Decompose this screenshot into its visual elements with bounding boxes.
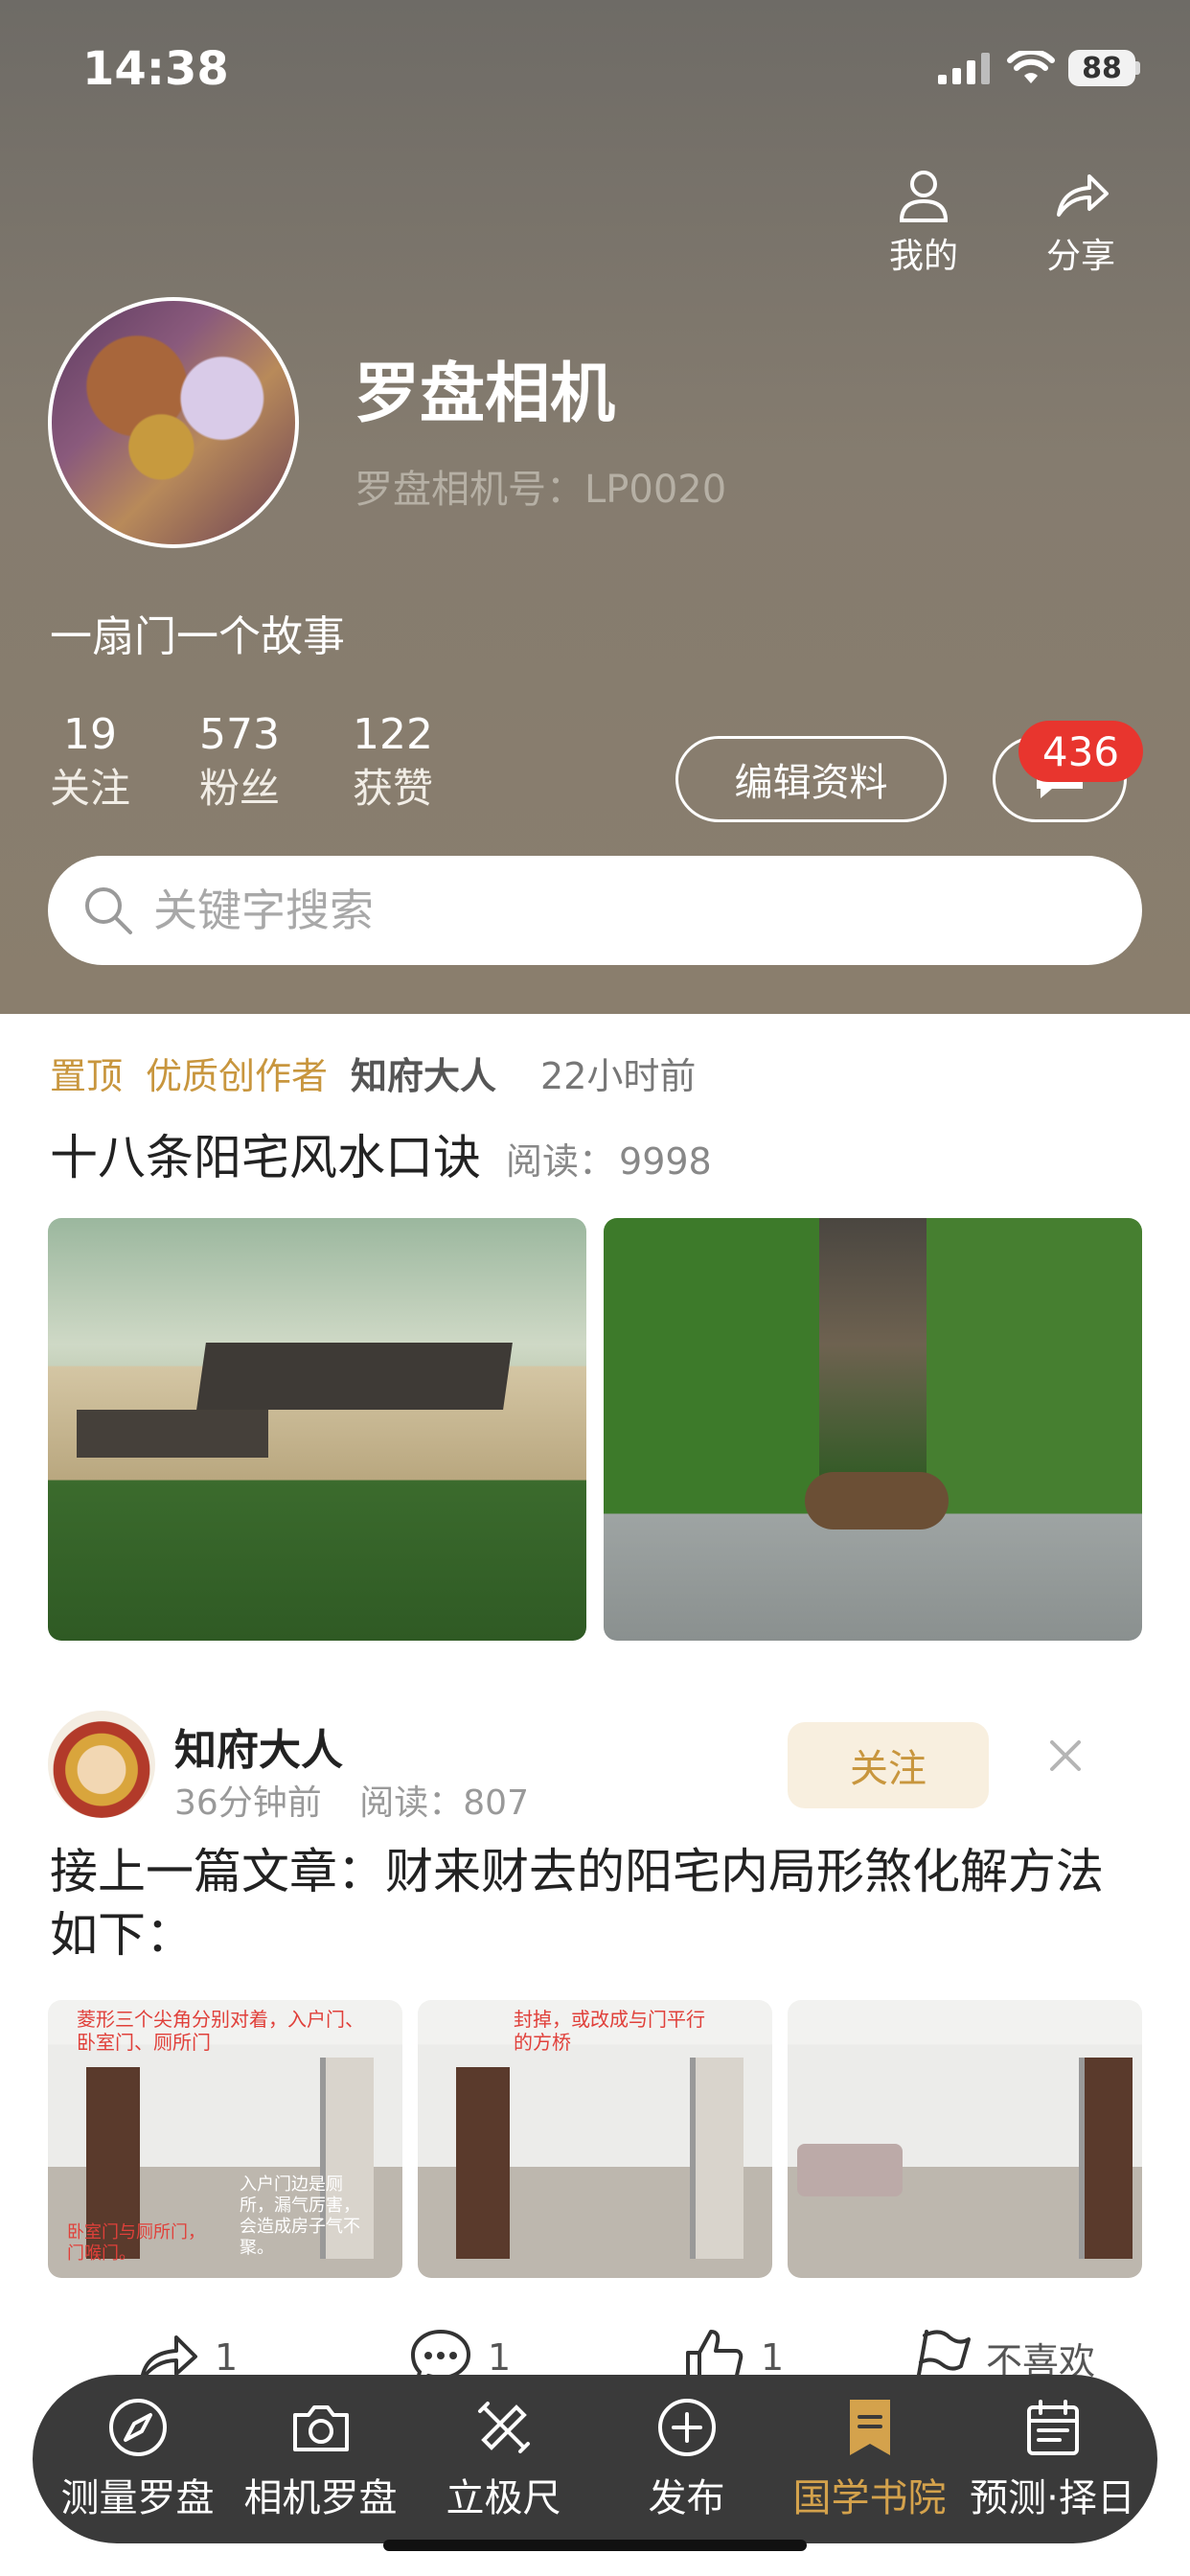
close-icon[interactable] [1046,1736,1085,1775]
post1-read-label: 阅读： [506,1140,616,1183]
bottom-tab-bar: 测量罗盘 相机罗盘 立极尺 发布 国学书院 预测·择日 [33,2375,1157,2543]
post2-meta: 36分钟前 阅读：807 [174,1775,529,1825]
stat-following-label: 关注 [50,765,131,812]
mine-label: 我的 [889,237,959,276]
post2-image-1[interactable]: 菱形三个尖角分别对着，入户门、卧室门、厕所门 卧室门与厕所门，门喉门。 入户门边… [48,2000,402,2278]
share-count: 1 [215,2336,239,2379]
post1-time: 22小时前 [540,1055,697,1097]
profile-id-label: 罗盘相机号： [355,468,584,512]
status-icons: 88 [938,50,1140,86]
share-profile-button[interactable]: 分享 [1046,165,1115,278]
stat-fans-label: 粉丝 [199,765,281,812]
mine-button[interactable]: 我的 [889,165,958,278]
wifi-icon [1007,51,1055,83]
tab-academy[interactable]: 国学书院 [779,2396,961,2522]
stat-likes-count: 122 [353,710,433,759]
home-indicator [383,2540,807,2551]
post1-title[interactable]: 十八条阳宅风水口诀 [50,1119,481,1188]
tab-label: 测量罗盘 [60,2476,215,2520]
post1-image-courtyard[interactable] [604,1218,1142,1641]
image-caption: 卧室门与厕所门，门喉门。 [67,2222,205,2264]
post1-image-house[interactable] [48,1218,586,1641]
stat-likes[interactable]: 122 获赞 [353,709,433,816]
battery-indicator: 88 [1068,50,1135,86]
avatar[interactable] [48,297,299,548]
stat-likes-label: 获赞 [353,765,434,812]
cellular-signal-icon [938,53,990,84]
profile-id-value: LP0020 [584,468,727,512]
profile-id: 罗盘相机号：LP0020 [355,458,726,514]
post1-meta: 置顶 优质创作者 知府大人 22小时前 [50,1046,696,1099]
image-caption: 菱形三个尖角分别对着，入户门、卧室门、厕所门 [77,2008,364,2054]
tab-measure-compass[interactable]: 测量罗盘 [47,2396,229,2522]
post1-title-row[interactable]: 十八条阳宅风水口诀 阅读： 9998 [50,1119,712,1188]
calendar-icon [1026,2400,1079,2455]
post1-author[interactable]: 知府大人 [351,1046,496,1099]
search-icon [85,887,132,934]
post1-read-count: 9998 [619,1140,712,1183]
post2-author-avatar[interactable] [48,1711,155,1818]
pinned-tag: 置顶 [50,1055,124,1097]
post2-read-count: 807 [463,1783,529,1823]
tab-label: 立极尺 [446,2476,561,2520]
image-caption: 入户门边是厕所，漏气厉害，会造成房子气不聚。 [240,2174,360,2258]
tab-label: 预测·择日 [970,2476,1135,2520]
tab-ruler[interactable]: 立极尺 [413,2396,595,2522]
search-input[interactable] [151,884,1018,937]
plus-circle-icon [657,2399,716,2456]
post2-time: 36分钟前 [174,1783,322,1823]
share-icon [1057,174,1109,217]
post2-read-label: 阅读： [359,1783,464,1823]
quality-creator-tag: 优质创作者 [146,1055,329,1097]
search-bar[interactable] [48,856,1142,965]
profile-name: 罗盘相机 [355,356,616,432]
tab-label: 国学书院 [792,2476,947,2520]
stat-following-count: 19 [63,710,117,759]
comment-count: 1 [488,2336,512,2379]
follow-button[interactable]: 关注 [788,1722,989,1808]
post2-author[interactable]: 知府大人 [174,1715,343,1777]
post2-title[interactable]: 接上一篇文章：财来财去的阳宅内局形煞化解方法如下： [50,1840,1142,1966]
profile-bio: 一扇门一个故事 [50,612,345,661]
tab-camera-compass[interactable]: 相机罗盘 [230,2396,412,2522]
tab-label: 相机罗盘 [243,2476,398,2520]
tab-label: 发布 [648,2476,725,2520]
status-time: 14:38 [82,42,229,96]
image-caption: 封掉，或改成与门平行的方桥 [514,2008,705,2054]
post2-image-3[interactable] [788,2000,1142,2278]
like-count: 1 [761,2336,785,2379]
stat-following[interactable]: 19 关注 [50,709,130,816]
message-count-badge: 436 [1018,721,1143,782]
tab-publish[interactable]: 发布 [596,2396,778,2522]
share-label: 分享 [1046,237,1116,276]
bookmark-icon [849,2400,890,2455]
edit-profile-button[interactable]: 编辑资料 [675,736,947,822]
compass-icon [108,2399,167,2456]
camera-icon [292,2405,349,2451]
ruler-icon [477,2402,530,2453]
stat-fans[interactable]: 573 粉丝 [199,709,280,816]
stat-fans-count: 573 [199,710,280,759]
user-icon [899,171,949,222]
tab-forecast[interactable]: 预测·择日 [962,2396,1144,2522]
post2-image-2[interactable]: 封掉，或改成与门平行的方桥 [418,2000,772,2278]
